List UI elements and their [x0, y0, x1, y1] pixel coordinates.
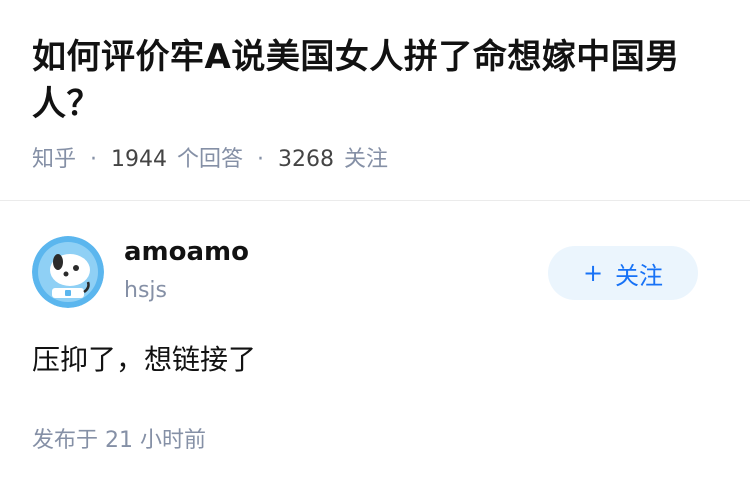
- follower-count: 3268: [278, 147, 335, 172]
- follow-button[interactable]: + 关注: [548, 246, 698, 300]
- robot-dog-icon: [32, 236, 104, 308]
- publish-time: 发布于 21 小时前: [32, 422, 206, 454]
- source-label[interactable]: 知乎: [32, 145, 76, 175]
- answer-content[interactable]: 压抑了，想链接了: [32, 340, 256, 380]
- meta-separator: ·: [257, 147, 265, 172]
- divider: [0, 200, 750, 201]
- plus-icon: +: [582, 259, 604, 287]
- question-meta: 知乎 · 1944 个回答 · 3268 关注: [32, 145, 722, 175]
- follower-count-label: 关注: [344, 147, 389, 172]
- meta-separator: ·: [90, 147, 98, 172]
- author-info: amoamo hsjs + 关注: [32, 236, 712, 310]
- question-header: 如何评价牢A说美国女人拼了命想嫁中国男人？ 知乎 · 1944 个回答 · 32…: [32, 34, 722, 175]
- avatar[interactable]: [32, 236, 104, 308]
- answer-count-label: 个回答: [177, 147, 244, 172]
- question-title[interactable]: 如何评价牢A说美国女人拼了命想嫁中国男人？: [32, 34, 722, 128]
- follow-button-label: 关注: [615, 261, 664, 290]
- answer-page: 如何评价牢A说美国女人拼了命想嫁中国男人？ 知乎 · 1944 个回答 · 32…: [0, 0, 750, 490]
- publish-time-value: 21 小时前: [105, 428, 207, 453]
- publish-label: 发布于: [32, 428, 99, 453]
- answer-count: 1944: [111, 147, 168, 172]
- author-name[interactable]: amoamo: [124, 237, 249, 267]
- author-headline: hsjs: [124, 278, 167, 303]
